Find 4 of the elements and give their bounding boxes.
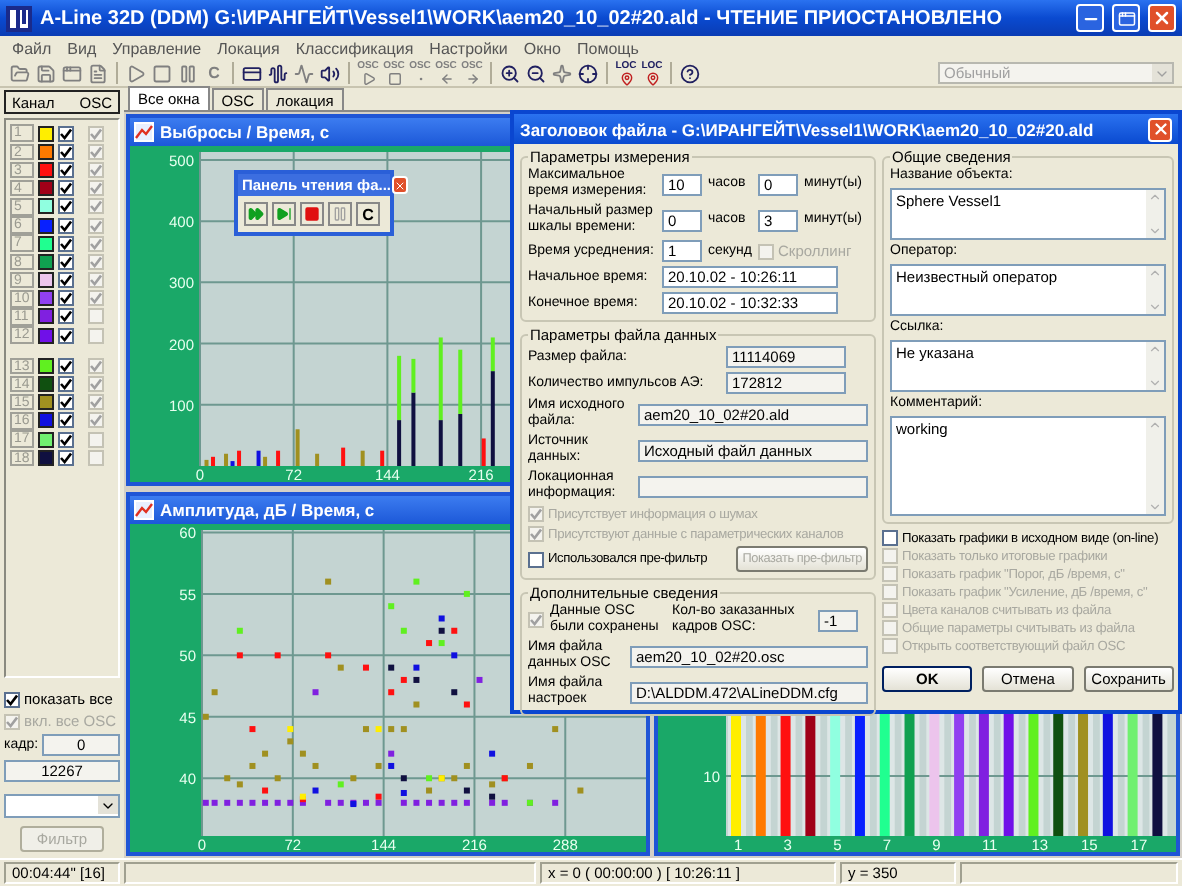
chart-title: Амплитуда, дБ / Время, с [160,500,375,520]
dialog-title: Заголовок файла - G:\ИРАНГЕЙТ\Vessel1\WORK\aem20_10_02#20.ald [520,119,1096,139]
chart-title: Выбросы / Время, с [160,122,330,142]
window-title: A-Line 32D (DDM) G:\ИРАНГЕЙТ\Vessel1\WORK\aem20_10_02#20.ald - ЧТЕНИЕ ПРИОСТАНОВЛЕНО [40,7,1004,29]
